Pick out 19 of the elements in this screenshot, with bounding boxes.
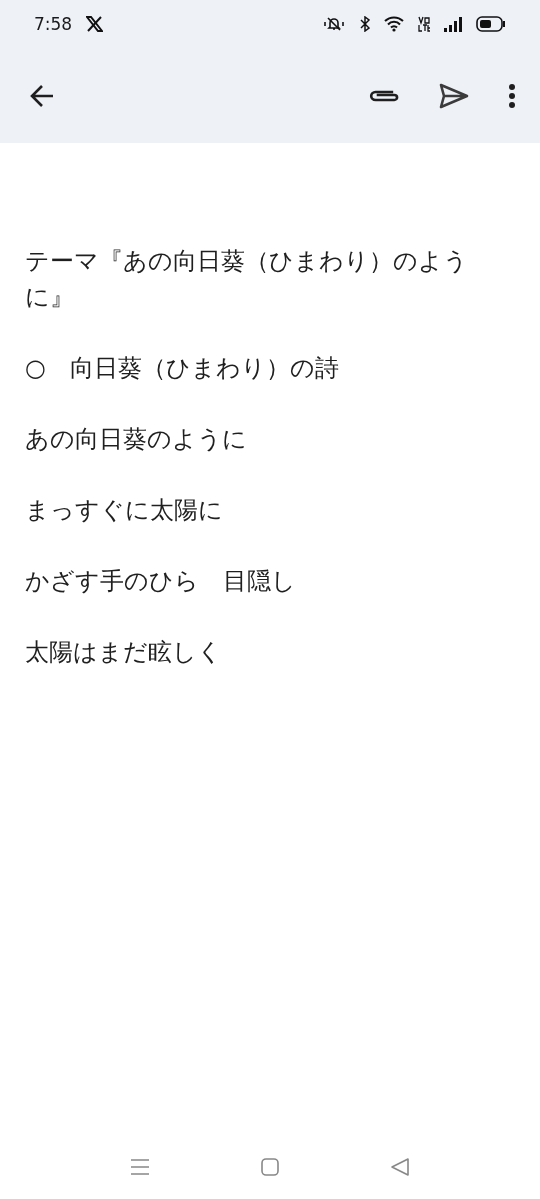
body-text-line: テーマ『あの向日葵（ひまわり）のように』 (25, 246, 469, 313)
bluetooth-icon (360, 16, 370, 32)
body-text-line: まっすぐに太陽に (25, 495, 224, 526)
back-icon[interactable] (390, 1158, 410, 1176)
send-icon (439, 82, 469, 109)
wifi-icon (384, 16, 404, 32)
body-text-line: 太陽はまだ眩しく (25, 637, 223, 668)
back-arrow-icon (29, 83, 55, 108)
x-logo-icon (86, 16, 104, 32)
volte-icon (418, 16, 430, 32)
body-text-line: かざす手のひら 目隠し (25, 566, 297, 597)
body-text-line: あの向日葵のように (25, 424, 248, 455)
signal-icon (444, 16, 462, 32)
silent-bell-icon (322, 15, 346, 33)
home-icon[interactable] (261, 1158, 279, 1176)
status-time: 7:58 (34, 14, 73, 34)
body-text-line: ○ 向日葵（ひまわり）の詩 (25, 353, 340, 384)
more-vertical-icon (508, 82, 516, 109)
battery-icon (476, 16, 506, 32)
